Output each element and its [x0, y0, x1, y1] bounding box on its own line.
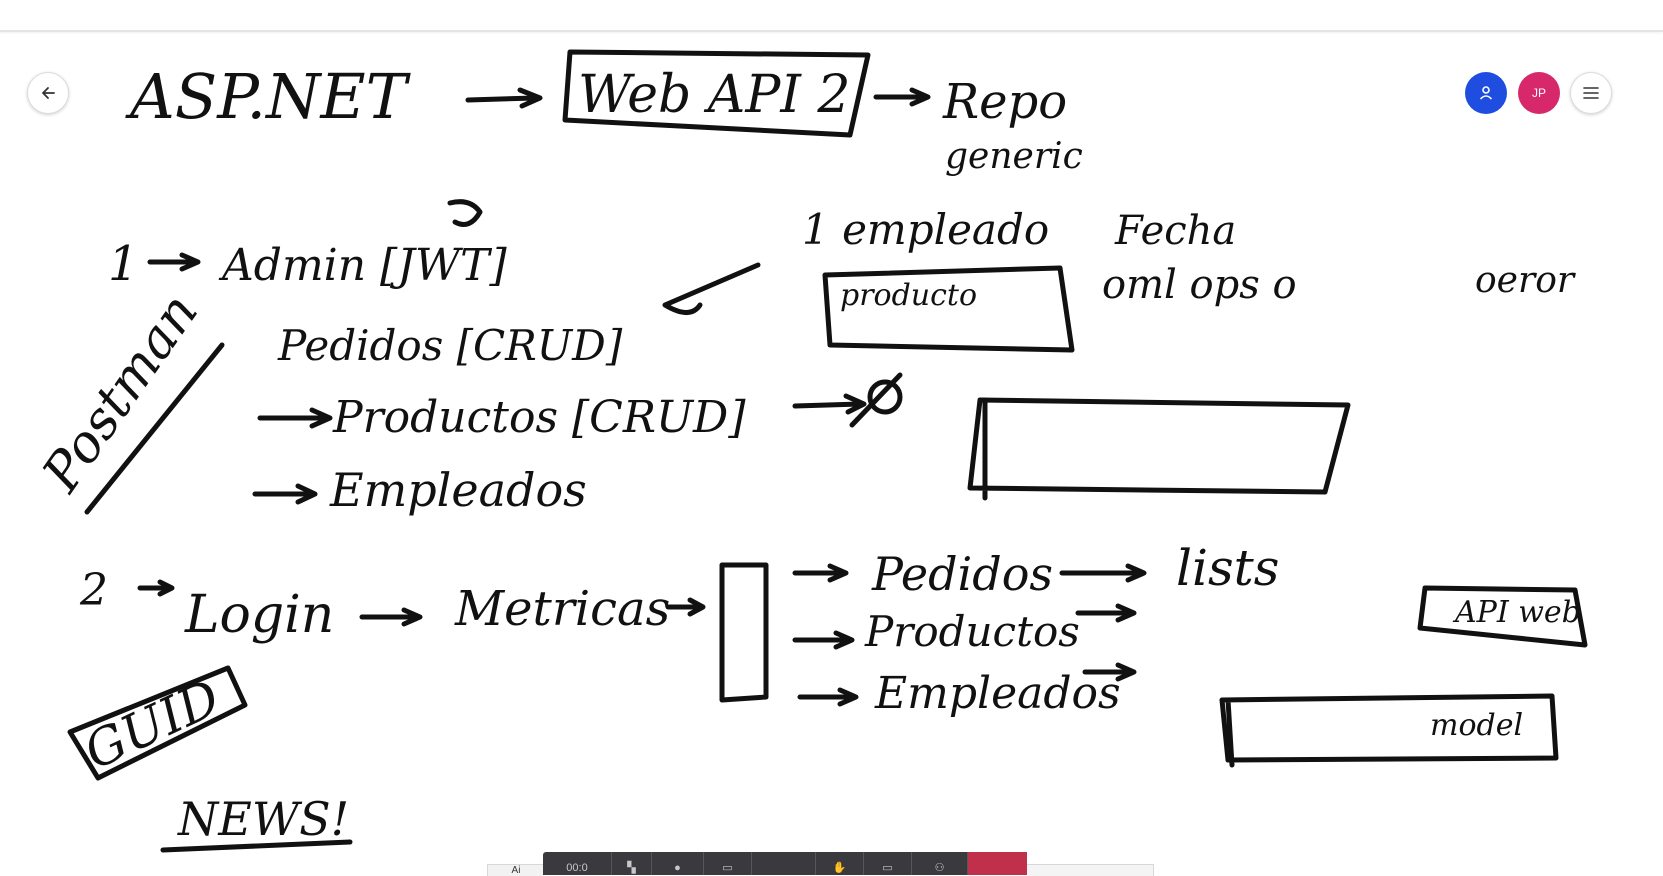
note-oml: oml ops o — [1102, 262, 1297, 308]
note-pedidos-crud: Pedidos [CRUD] — [277, 321, 623, 370]
toolbar-share[interactable]: ▭ — [704, 852, 752, 875]
note-news: NEWS! — [177, 792, 349, 846]
arrow-aspnet-webapi — [465, 87, 543, 109]
zero-mark — [867, 379, 903, 415]
toolbar-more[interactable]: ⚇ — [912, 852, 968, 875]
toolbar-camera[interactable]: ▚ — [612, 852, 652, 875]
toolbar-chat[interactable]: ▭ — [864, 852, 912, 875]
ai-panel-tab[interactable]: Ai — [487, 864, 544, 876]
people-icon: ⚇ — [934, 862, 945, 874]
checkmark — [662, 262, 761, 315]
participants-button[interactable] — [1465, 72, 1507, 114]
bracket — [719, 562, 769, 703]
dock-extension — [1027, 864, 1154, 876]
note-webapi: Web API 2 — [578, 65, 851, 125]
arrow-step2-login — [137, 579, 175, 597]
meeting-toolbar: 00:0 ▚ ● ▭ ✋ ▭ ⚇ — [543, 852, 1027, 875]
note-step2: 2 — [79, 565, 108, 616]
timer-label: 00:0 — [566, 862, 588, 874]
note-empleados2: Empleados — [874, 668, 1121, 719]
arrow-empleados — [252, 483, 318, 505]
ai-label: Ai — [511, 865, 521, 876]
jwt-accent — [447, 199, 483, 227]
note-guid: GUID — [76, 668, 229, 781]
note-repo: Repo — [942, 74, 1067, 130]
user-avatar[interactable]: JP — [1518, 72, 1560, 114]
arrow-left-icon — [42, 87, 55, 99]
note-fecha: Fecha — [1114, 208, 1236, 254]
note-login: Login — [184, 585, 334, 645]
note-metricas: Metricas — [454, 581, 670, 637]
note-productos-crud: Productos [CRUD] — [332, 392, 746, 443]
toolbar-spacer — [752, 852, 816, 875]
arrow-metricas-bracket — [665, 597, 706, 617]
note-generic: generic — [945, 136, 1083, 177]
whiteboard-canvas[interactable]: ASP.NET Web API 2 Repo generic 1 Admin [… — [0, 0, 1663, 875]
arrow-pedidos-lists — [1059, 563, 1147, 583]
empty-box-1 — [967, 397, 1351, 501]
note-producto: producto — [840, 278, 977, 313]
note-model: model — [1430, 708, 1523, 743]
note-step1: 1 — [108, 236, 139, 292]
back-button[interactable] — [27, 72, 69, 114]
note-aspnet: ASP.NET — [125, 60, 412, 133]
note-pedidos2: Pedidos — [871, 547, 1053, 601]
arrow-empleados2 — [797, 687, 859, 707]
leave-button[interactable] — [968, 852, 1027, 875]
avatar-initials: JP — [1531, 86, 1546, 100]
arrow-step1-admin — [147, 252, 201, 272]
mic-icon: ● — [674, 862, 681, 874]
arrow-webapi-repo — [873, 87, 931, 107]
hand-icon: ✋ — [832, 862, 847, 874]
arrow-productos-zero — [792, 393, 867, 415]
person-icon — [1479, 86, 1493, 100]
note-empleado: 1 empleado — [802, 205, 1049, 254]
screen-icon: ▭ — [722, 862, 733, 874]
arrow-login-metricas — [359, 607, 423, 627]
camera-icon: ▚ — [627, 862, 636, 874]
menu-button[interactable] — [1570, 72, 1612, 114]
note-productos2: Productos — [864, 607, 1080, 656]
chat-icon: ▭ — [882, 862, 893, 874]
note-empleados: Empleados — [329, 463, 587, 517]
arrow-productos-blank — [1075, 603, 1137, 623]
toolbar-mic[interactable]: ● — [652, 852, 704, 875]
arrow-pedidos2 — [792, 563, 849, 583]
note-lists: lists — [1176, 539, 1279, 597]
note-oeror: oeror — [1475, 260, 1576, 301]
toolbar-hand[interactable]: ✋ — [816, 852, 864, 875]
note-admin: Admin [JWT] — [218, 240, 507, 291]
arrow-productos2 — [792, 630, 855, 650]
hamburger-icon — [1583, 87, 1599, 99]
toolbar-timer[interactable]: 00:0 — [543, 852, 612, 875]
arrow-productos — [257, 407, 333, 429]
note-apiweb: API web — [1452, 595, 1581, 630]
